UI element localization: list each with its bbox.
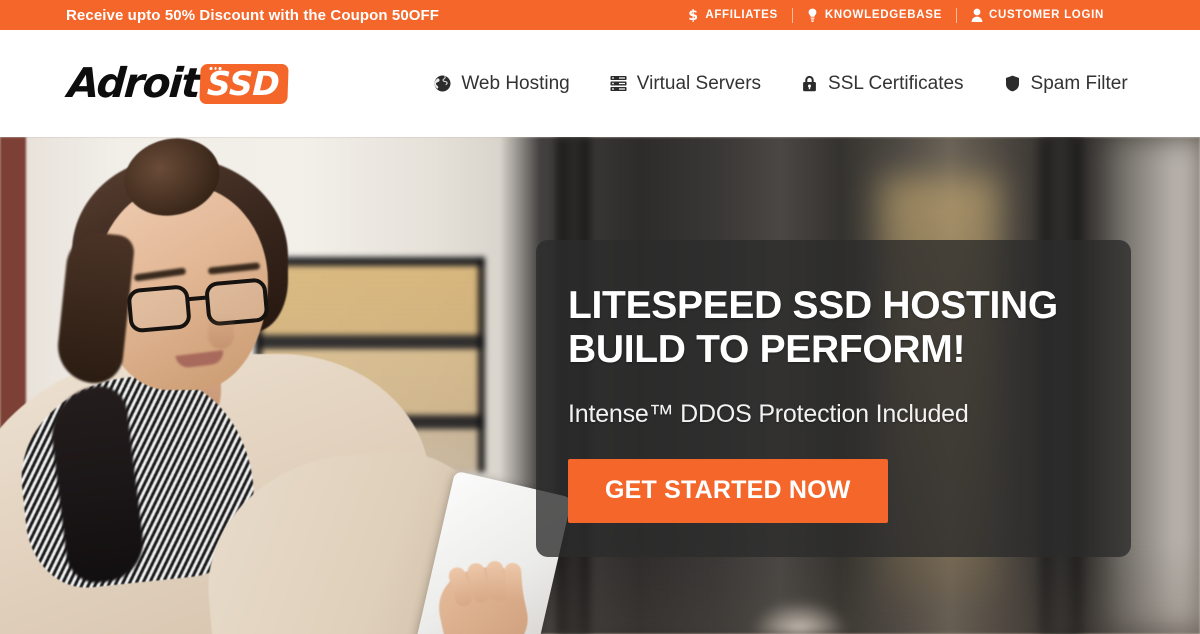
nav-label-spam-filter: Spam Filter (1030, 72, 1128, 94)
lock-icon (801, 75, 818, 93)
top-utility-bar: Receive upto 50% Discount with the Coupo… (0, 0, 1200, 30)
dollar-icon: $ (687, 8, 699, 22)
nav-label-virtual-servers: Virtual Servers (636, 72, 762, 94)
nav-item-web-hosting[interactable]: Web Hosting (434, 72, 570, 95)
hero-person-image (0, 137, 573, 634)
knowledgebase-link[interactable]: KNOWLEDGEBASE (793, 8, 956, 22)
get-started-button[interactable]: GET STARTED NOW (568, 459, 888, 524)
site-header: Adroit SSD Web Hosting Virtual Servers S… (0, 30, 1200, 137)
hero-headline: LITESPEED SSD HOSTING BUILD TO PERFORM! (568, 284, 1058, 371)
affiliates-link[interactable]: $ AFFILIATES (673, 8, 792, 22)
page-root: Receive upto 50% Discount with the Coupo… (0, 0, 1200, 634)
site-logo[interactable]: Adroit SSD (66, 59, 290, 107)
hero-subheadline: Intense™ DDOS Protection Included (568, 400, 969, 429)
customer-login-link[interactable]: CUSTOMER LOGIN (957, 8, 1118, 22)
promo-text: Receive upto 50% Discount with the Coupo… (66, 6, 440, 24)
nav-label-web-hosting: Web Hosting (461, 72, 570, 94)
customer-login-label: CUSTOMER LOGIN (988, 9, 1104, 21)
main-navigation: Web Hosting Virtual Servers SSL Certific… (434, 72, 1128, 95)
logo-wordmark: Adroit (66, 59, 201, 107)
nav-item-virtual-servers[interactable]: Virtual Servers (610, 73, 761, 95)
shield-icon (1004, 75, 1021, 93)
globe-icon (434, 75, 451, 93)
nav-item-ssl-certificates[interactable]: SSL Certificates (801, 73, 964, 95)
svg-text:$: $ (688, 8, 698, 22)
logo-dots-icon (209, 66, 222, 69)
hero-section: LITESPEED SSD HOSTING BUILD TO PERFORM! … (0, 137, 1200, 634)
nav-item-spam-filter[interactable]: Spam Filter (1004, 73, 1128, 95)
affiliates-label: AFFILIATES (705, 9, 778, 21)
logo-badge: SSD (199, 63, 290, 104)
nav-label-ssl-certificates: SSL Certificates (828, 72, 964, 94)
server-icon (610, 75, 627, 93)
logo-badge-text: SSD (206, 63, 281, 103)
lightbulb-icon (807, 8, 819, 22)
top-utility-links: $ AFFILIATES KNOWLEDGEBASE CUSTOMER LOGI… (673, 0, 1188, 30)
hero-overlay-panel: LITESPEED SSD HOSTING BUILD TO PERFORM! … (536, 240, 1131, 557)
user-icon (971, 8, 983, 22)
knowledgebase-label: KNOWLEDGEBASE (824, 9, 942, 21)
